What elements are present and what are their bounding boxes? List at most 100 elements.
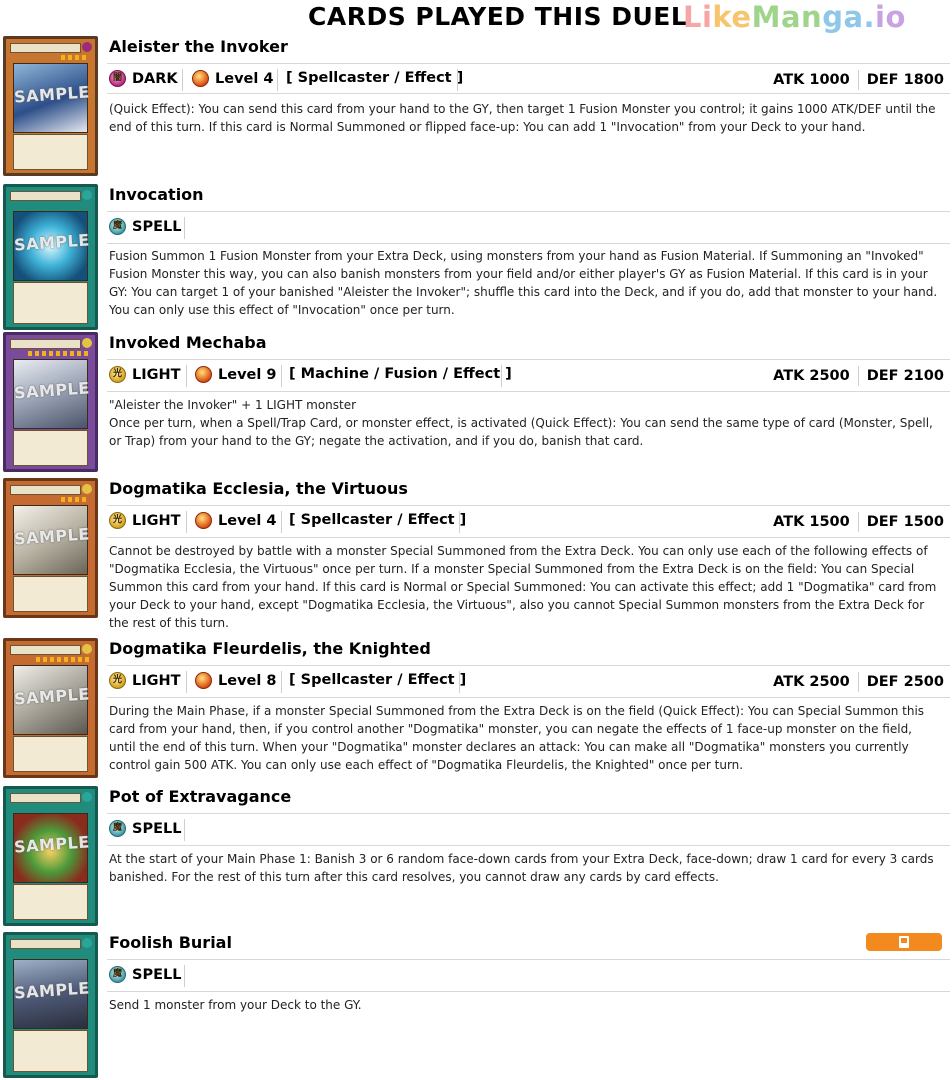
- card-entry: SAMPLE Invoked Mechaba 光 LIGHT Level 9 [ …: [0, 332, 952, 476]
- card-description: During the Main Phase, if a monster Spec…: [109, 704, 925, 772]
- page-header: CARDS PLAYED THIS DUEL LikeManga.io: [0, 0, 952, 36]
- light-attribute-icon: 光: [109, 512, 126, 529]
- divider: [281, 671, 282, 693]
- divider: [459, 671, 460, 693]
- watermark-part: Li: [683, 0, 713, 34]
- watermark-part: ga.: [822, 0, 876, 34]
- card-name[interactable]: Invoked Mechaba: [109, 333, 267, 352]
- card-image[interactable]: SAMPLE: [3, 184, 98, 330]
- card-badge-button[interactable]: [866, 933, 942, 951]
- card-description: Once per turn, when a Spell/Trap Card, o…: [109, 416, 933, 448]
- level-label: Level 4: [218, 512, 277, 529]
- dark-attribute-icon: 闇: [109, 70, 126, 87]
- light-attribute-icon: [82, 338, 92, 348]
- level-stars-icon: [61, 497, 89, 502]
- divider: [281, 365, 282, 387]
- divider: [107, 813, 950, 814]
- card-image[interactable]: SAMPLE: [3, 36, 98, 176]
- dark-attribute-icon: [82, 42, 92, 52]
- card-entry: SAMPLE Foolish Burial 魔 SPELL Send 1 mons…: [0, 932, 952, 1080]
- attribute: 闇 DARK: [109, 70, 178, 87]
- attribute: 光 LIGHT: [109, 672, 181, 689]
- card-image[interactable]: SAMPLE: [3, 786, 98, 926]
- card-description: Send 1 monster from your Deck to the GY.: [109, 998, 362, 1012]
- atk-def: ATK 2500 DEF 2500: [773, 672, 944, 692]
- card-description: (Quick Effect): You can send this card f…: [109, 102, 936, 134]
- card-image-title: [10, 645, 81, 655]
- atk-def: ATK 1500 DEF 1500: [773, 512, 944, 532]
- card-stats-row: 光 LIGHT Level 8 [ Spellcaster / Effect ] …: [109, 670, 944, 693]
- spell-attribute-icon: 魔: [109, 218, 126, 235]
- watermark-part: Man: [751, 0, 823, 34]
- type-label: [ Spellcaster / Effect ]: [286, 70, 464, 86]
- card-name[interactable]: Foolish Burial: [109, 933, 232, 952]
- divider: [107, 845, 950, 846]
- divider: [184, 965, 185, 987]
- card-stats-row: 闇 DARK Level 4 [ Spellcaster / Effect ] A…: [109, 68, 944, 91]
- level-label: Level 9: [218, 366, 277, 383]
- card-name[interactable]: Dogmatika Ecclesia, the Virtuous: [109, 479, 408, 498]
- card-stats-row: 光 LIGHT Level 4 [ Spellcaster / Effect ] …: [109, 510, 944, 533]
- divider: [107, 211, 950, 212]
- attribute-label: SPELL: [132, 966, 182, 983]
- divider: [107, 63, 950, 64]
- type-label: [ Spellcaster / Effect ]: [289, 672, 467, 688]
- page-title: CARDS PLAYED THIS DUEL: [308, 2, 688, 31]
- card-text-box: [13, 576, 88, 612]
- divider: [107, 959, 950, 960]
- card-icon: [899, 936, 909, 948]
- level-label: Level 8: [218, 672, 277, 689]
- card-image[interactable]: SAMPLE: [3, 332, 98, 472]
- card-type: [ Spellcaster / Effect ]: [289, 672, 466, 688]
- atk-value: ATK 2500: [773, 368, 850, 384]
- card-text-box: [13, 134, 88, 170]
- divider: [107, 697, 950, 698]
- card-entry: SAMPLE Dogmatika Fleurdelis, the Knighte…: [0, 638, 952, 786]
- divider: [184, 819, 185, 841]
- site-watermark: LikeManga.io: [683, 0, 906, 34]
- card-name[interactable]: Aleister the Invoker: [109, 37, 288, 56]
- attribute-label: SPELL: [132, 218, 182, 235]
- card-entry: SAMPLE Dogmatika Ecclesia, the Virtuous …: [0, 478, 952, 638]
- card-entry: SAMPLE Aleister the Invoker 闇 DARK Level …: [0, 36, 952, 182]
- watermark-part: io: [875, 0, 906, 34]
- level-stars-icon: [36, 657, 89, 662]
- card-stats-row: 魔 SPELL: [109, 818, 944, 841]
- card-name[interactable]: Pot of Extravagance: [109, 787, 291, 806]
- divider: [184, 217, 185, 239]
- card-type: [ Machine / Fusion / Effect ]: [289, 366, 512, 382]
- card-text-box: [13, 884, 88, 920]
- attribute: 光 LIGHT: [109, 512, 181, 529]
- card-entry: SAMPLE Invocation 魔 SPELL Fusion Summon 1…: [0, 184, 952, 332]
- atk-def: ATK 2500 DEF 2100: [773, 366, 944, 386]
- card-image-title: [10, 43, 81, 53]
- divider: [107, 359, 950, 360]
- card-image[interactable]: SAMPLE: [3, 478, 98, 618]
- card-description: Fusion Summon 1 Fusion Monster from your…: [109, 249, 938, 317]
- card-image[interactable]: SAMPLE: [3, 932, 98, 1078]
- level-star-icon: [195, 512, 212, 529]
- card-name[interactable]: Dogmatika Fleurdelis, the Knighted: [109, 639, 431, 658]
- divider: [107, 93, 950, 94]
- divider: [107, 665, 950, 666]
- divider: [501, 365, 502, 387]
- light-attribute-icon: 光: [109, 366, 126, 383]
- card-name[interactable]: Invocation: [109, 185, 204, 204]
- card-description: Cannot be destroyed by battle with a mon…: [109, 544, 937, 630]
- divider: [281, 511, 282, 533]
- card-image[interactable]: SAMPLE: [3, 638, 98, 778]
- divider: [182, 69, 183, 91]
- light-attribute-icon: [82, 644, 92, 654]
- card-materials: "Aleister the Invoker" + 1 LIGHT monster: [109, 398, 357, 412]
- attribute-label: DARK: [132, 70, 178, 87]
- light-attribute-icon: [82, 484, 92, 494]
- divider: [459, 511, 460, 533]
- card-image-title: [10, 339, 81, 349]
- level: Level 9: [195, 366, 276, 383]
- light-attribute-icon: 光: [109, 672, 126, 689]
- def-value: DEF 1500: [866, 514, 944, 530]
- atk-def: ATK 1000 DEF 1800: [773, 70, 944, 90]
- card-image-title: [10, 939, 81, 949]
- level: Level 4: [195, 512, 276, 529]
- divider: [107, 243, 950, 244]
